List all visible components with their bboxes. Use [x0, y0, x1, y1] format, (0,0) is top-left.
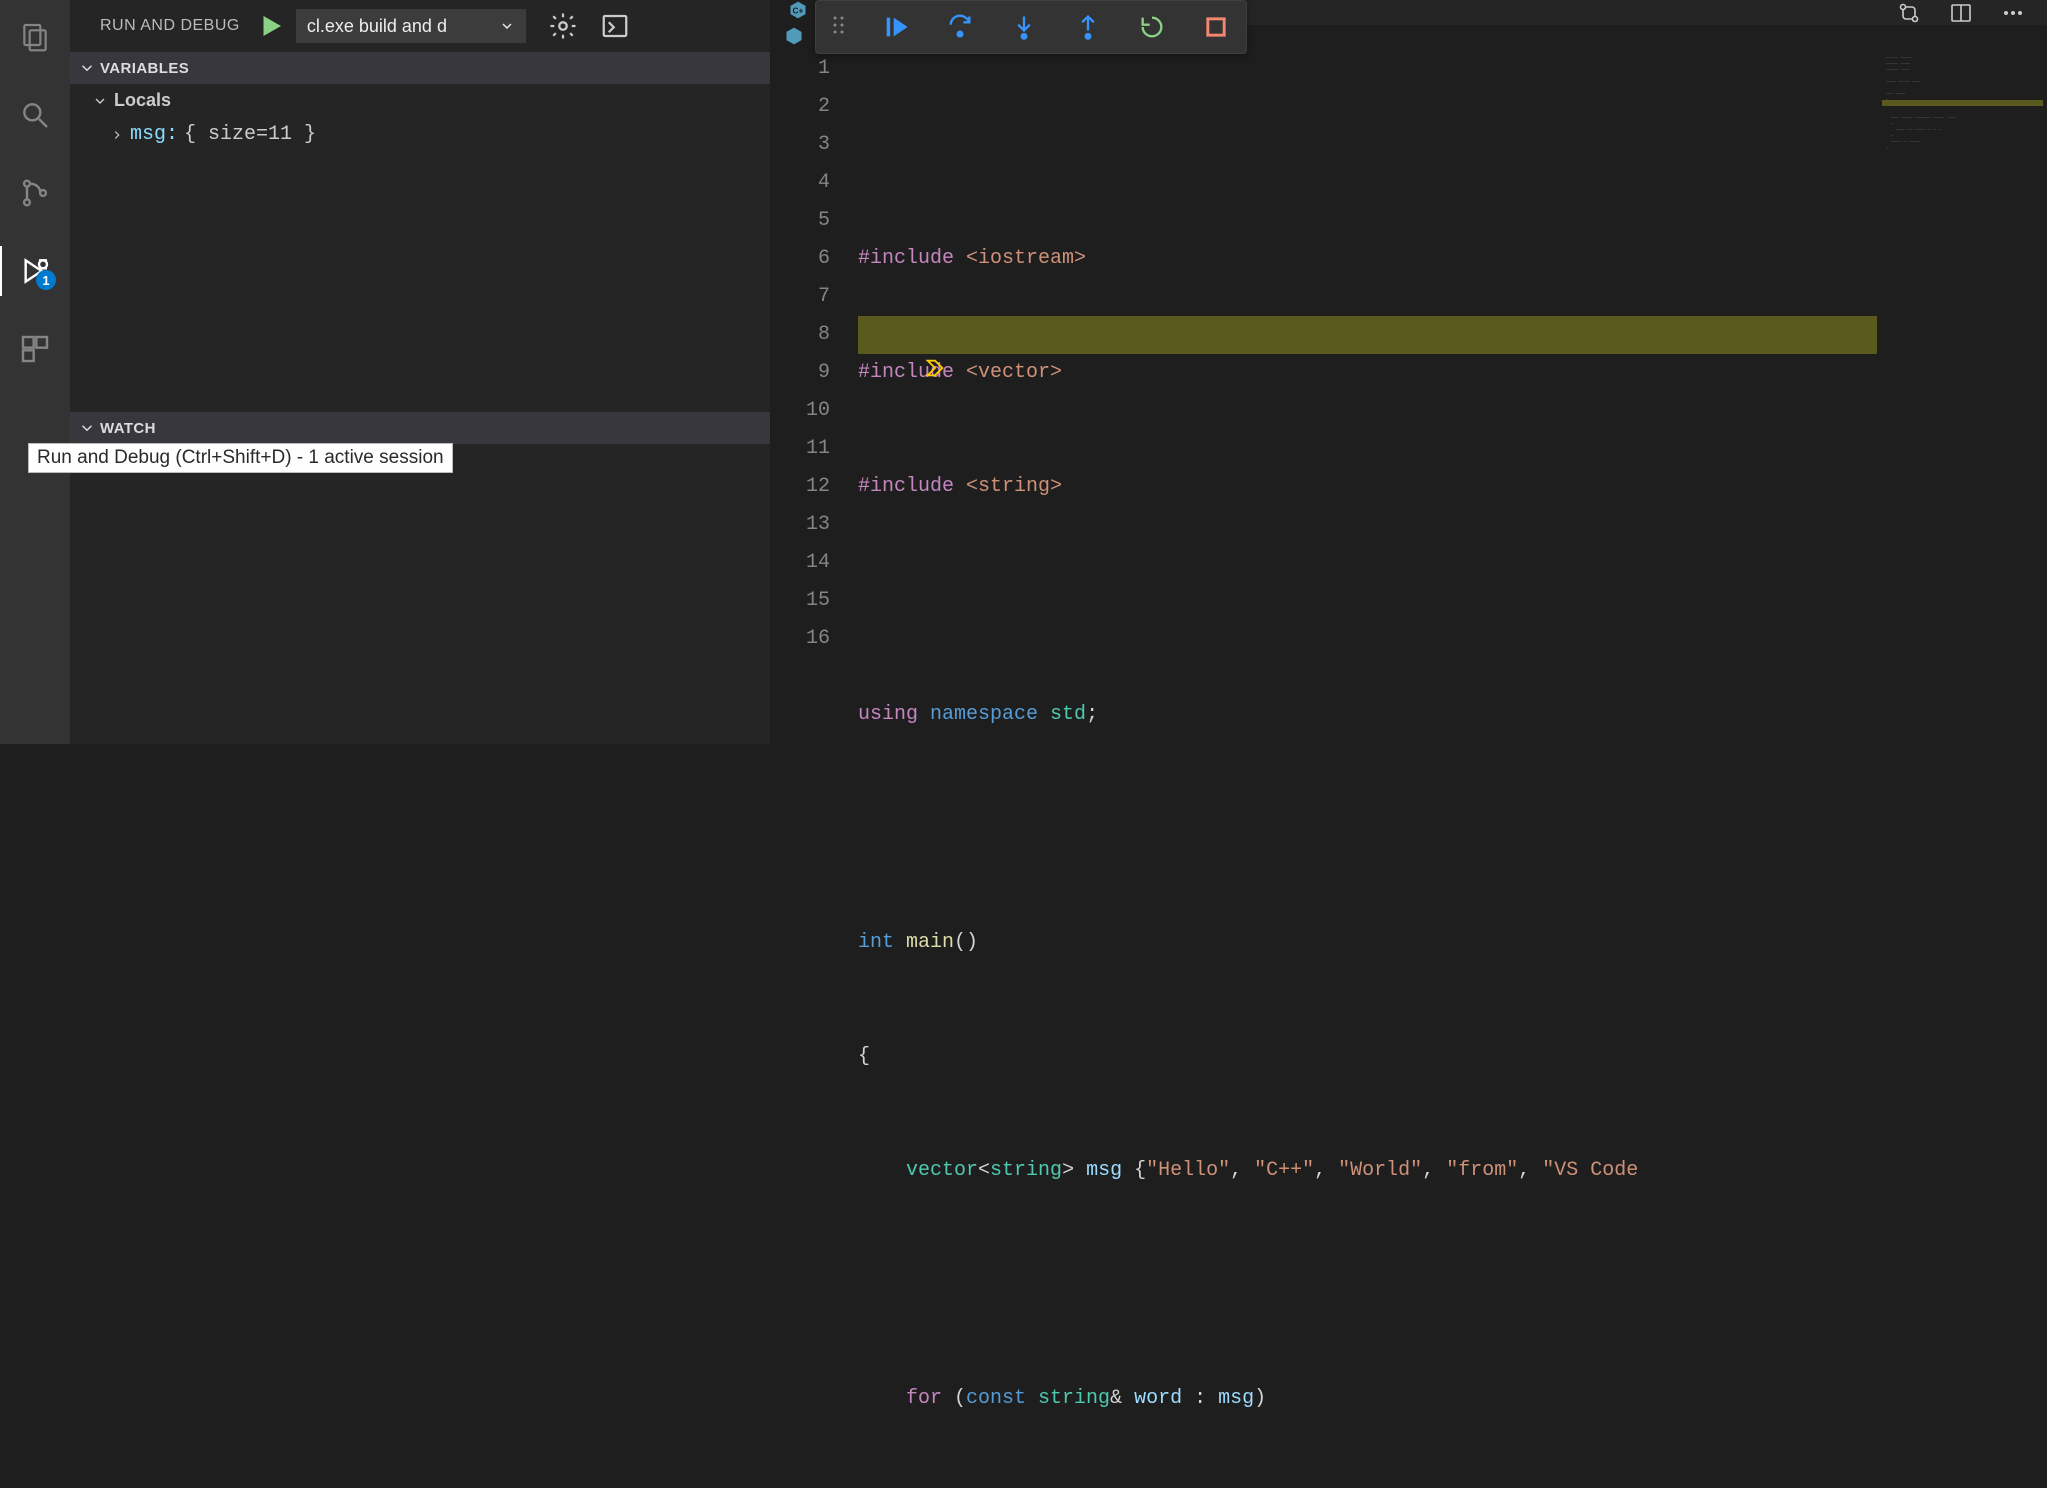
variable-name: msg: [130, 123, 178, 146]
debug-console-icon[interactable] [600, 11, 630, 41]
sidebar-header: RUN AND DEBUG cl.exe build and d [70, 0, 770, 52]
code-editor[interactable]: 1 2 3 4 5 6 7 8 9 10 11 12 13 14 15 16 #… [770, 46, 2047, 1488]
debug-badge: 1 [36, 270, 56, 290]
step-into-button[interactable] [1010, 13, 1038, 41]
start-debug-button[interactable] [256, 11, 286, 41]
watch-label: WATCH [100, 420, 156, 437]
stop-button[interactable] [1202, 13, 1230, 41]
variables-label: VARIABLES [100, 60, 189, 77]
activity-bar: 1 [0, 0, 70, 744]
watch-section[interactable]: WATCH [70, 412, 770, 444]
execution-pointer-icon [828, 318, 946, 432]
continue-button[interactable] [882, 13, 910, 41]
split-editor-icon[interactable] [1949, 1, 1973, 25]
drag-handle-icon[interactable] [832, 15, 846, 40]
debug-config-name: cl.exe build and d [307, 16, 447, 37]
debug-toolbar[interactable] [815, 0, 1247, 54]
line-gutter: 1 2 3 4 5 6 7 8 9 10 11 12 13 14 15 16 [770, 46, 858, 1488]
minimap[interactable]: ───── ───── ───── ──── ───── ──── ──── ─… [1877, 46, 2047, 1488]
locals-label: Locals [114, 90, 171, 111]
locals-scope[interactable]: Locals [70, 84, 770, 117]
configure-gear-icon[interactable] [548, 11, 578, 41]
svg-text:C+: C+ [793, 5, 804, 15]
chevron-down-icon [499, 18, 515, 34]
search-icon[interactable] [0, 90, 70, 140]
step-over-button[interactable] [946, 13, 974, 41]
explorer-icon[interactable] [0, 12, 70, 62]
editor-tab-actions [1897, 0, 2047, 25]
compare-icon[interactable] [1897, 1, 1921, 25]
variables-section[interactable]: VARIABLES [70, 52, 770, 84]
more-icon[interactable] [2001, 1, 2025, 25]
run-debug-tooltip: Run and Debug (Ctrl+Shift+D) - 1 active … [28, 443, 453, 473]
current-line-highlight [858, 316, 1877, 354]
run-debug-sidebar: RUN AND DEBUG cl.exe build and d VARIABL… [70, 0, 770, 744]
chevron-right-icon [110, 128, 124, 142]
variable-value: { size=11 } [184, 123, 316, 146]
variable-row[interactable]: msg: { size=11 } [70, 117, 770, 152]
debug-config-dropdown[interactable]: cl.exe build and d [296, 9, 526, 43]
chevron-down-icon [92, 93, 108, 109]
editor-area: C+ helloworld.cpp helloworld.cpp › main(… [770, 0, 2047, 744]
restart-button[interactable] [1138, 13, 1166, 41]
run-debug-icon[interactable]: 1 [0, 246, 70, 296]
chevron-down-icon [78, 59, 96, 77]
source-control-icon[interactable] [0, 168, 70, 218]
sidebar-title: RUN AND DEBUG [82, 17, 246, 35]
extensions-icon[interactable] [0, 324, 70, 374]
code-content[interactable]: #include <iostream> #include <vector> #i… [858, 46, 1877, 1488]
chevron-down-icon [78, 419, 96, 437]
cpp-file-icon [784, 26, 804, 46]
cpp-file-icon: C+ [788, 0, 808, 25]
step-out-button[interactable] [1074, 13, 1102, 41]
